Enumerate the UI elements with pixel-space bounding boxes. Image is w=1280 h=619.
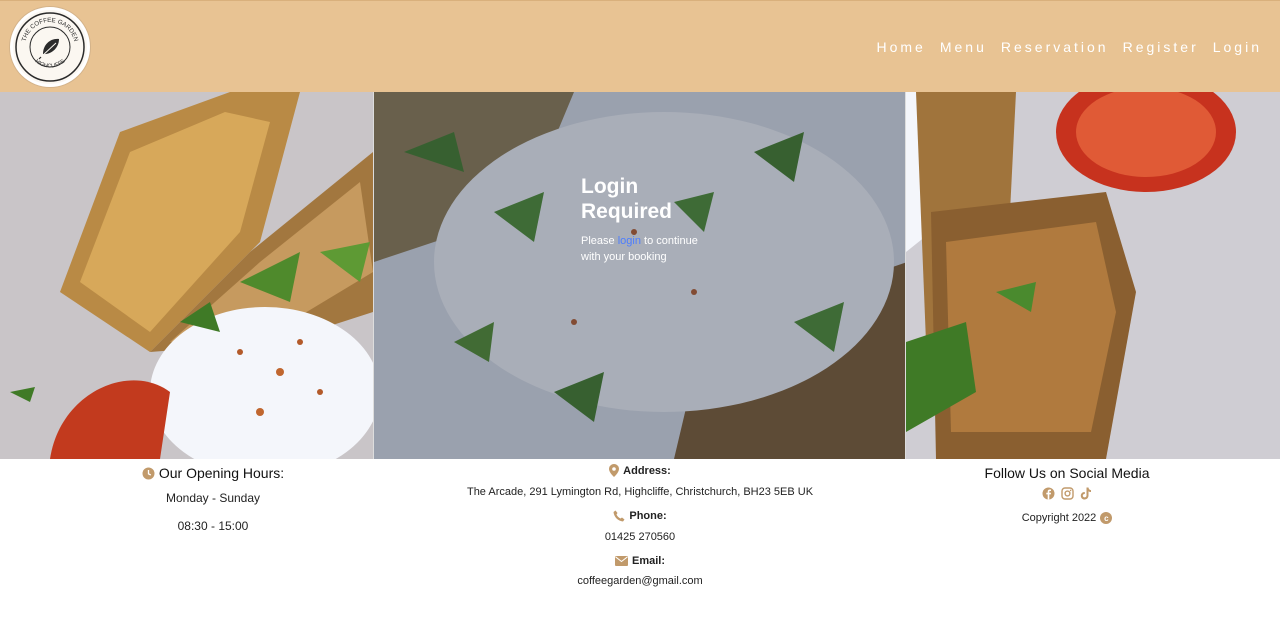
contact-section: Address: The Arcade, 291 Lymington Rd, H… xyxy=(440,464,840,587)
phone-label: Phone: xyxy=(613,510,667,522)
email-label: Email: xyxy=(614,555,665,567)
copyright-text: Copyright 2022 xyxy=(1021,512,1097,524)
hero-image-center: Login Required Please login to continue … xyxy=(373,92,906,459)
logo-badge: THE COFFEE GARDEN HIGHCLIFFE xyxy=(15,12,85,82)
hero-overlay xyxy=(374,92,905,459)
copyright: Copyright 2022 c xyxy=(1022,512,1113,524)
logo[interactable]: THE COFFEE GARDEN HIGHCLIFFE xyxy=(10,7,90,87)
address-label-text: Address: xyxy=(623,464,671,477)
instagram-icon[interactable] xyxy=(1061,487,1074,500)
copyright-icon: c xyxy=(1100,512,1113,524)
hero-image-left xyxy=(0,92,373,459)
hero-section: Login Required Please login to continue … xyxy=(0,92,1280,459)
hero-image-right xyxy=(906,92,1280,459)
phone-icon xyxy=(613,510,625,522)
email-value[interactable]: coffeegarden@gmail.com xyxy=(440,575,840,587)
login-required-message: Please login to continue with your booki… xyxy=(581,233,701,265)
facebook-icon[interactable] xyxy=(1042,487,1055,500)
login-text-before: Please xyxy=(581,235,618,247)
opening-hours-section: Our Opening Hours: Monday - Sunday 08:30… xyxy=(53,465,373,533)
opening-hours-heading: Our Opening Hours: xyxy=(142,465,284,481)
nav-reservation[interactable]: Reservation xyxy=(1001,39,1109,55)
phone-value[interactable]: 01425 270560 xyxy=(440,531,840,543)
phone-label-text: Phone: xyxy=(629,510,667,522)
social-heading: Follow Us on Social Media xyxy=(984,465,1150,481)
social-section: Follow Us on Social Media Copyright 2022… xyxy=(947,465,1187,524)
login-required-card: Login Required Please login to continue … xyxy=(581,174,701,265)
site-footer: Our Opening Hours: Monday - Sunday 08:30… xyxy=(0,459,1280,619)
site-header: THE COFFEE GARDEN HIGHCLIFFE Home Menu R… xyxy=(0,0,1280,92)
main-nav: Home Menu Reservation Register Login xyxy=(877,39,1263,55)
opening-time: 08:30 - 15:00 xyxy=(177,518,249,533)
nav-login[interactable]: Login xyxy=(1213,39,1262,55)
address-label: Address: xyxy=(609,464,671,477)
email-label-text: Email: xyxy=(631,555,665,567)
login-required-title: Login Required xyxy=(581,175,673,223)
envelope-icon xyxy=(614,556,628,566)
social-links xyxy=(947,487,1187,500)
nav-menu[interactable]: Menu xyxy=(940,39,987,55)
nav-register[interactable]: Register xyxy=(1123,39,1199,55)
map-marker-icon xyxy=(609,464,620,477)
opening-days: Monday - Sunday xyxy=(165,490,261,505)
tiktok-icon[interactable] xyxy=(1080,487,1092,500)
address-value: The Arcade, 291 Lymington Rd, Highcliffe… xyxy=(466,486,814,498)
nav-home[interactable]: Home xyxy=(877,39,926,55)
clock-icon xyxy=(142,467,155,479)
login-link[interactable]: login xyxy=(618,235,641,247)
opening-hours-title: Our Opening Hours: xyxy=(158,465,285,481)
